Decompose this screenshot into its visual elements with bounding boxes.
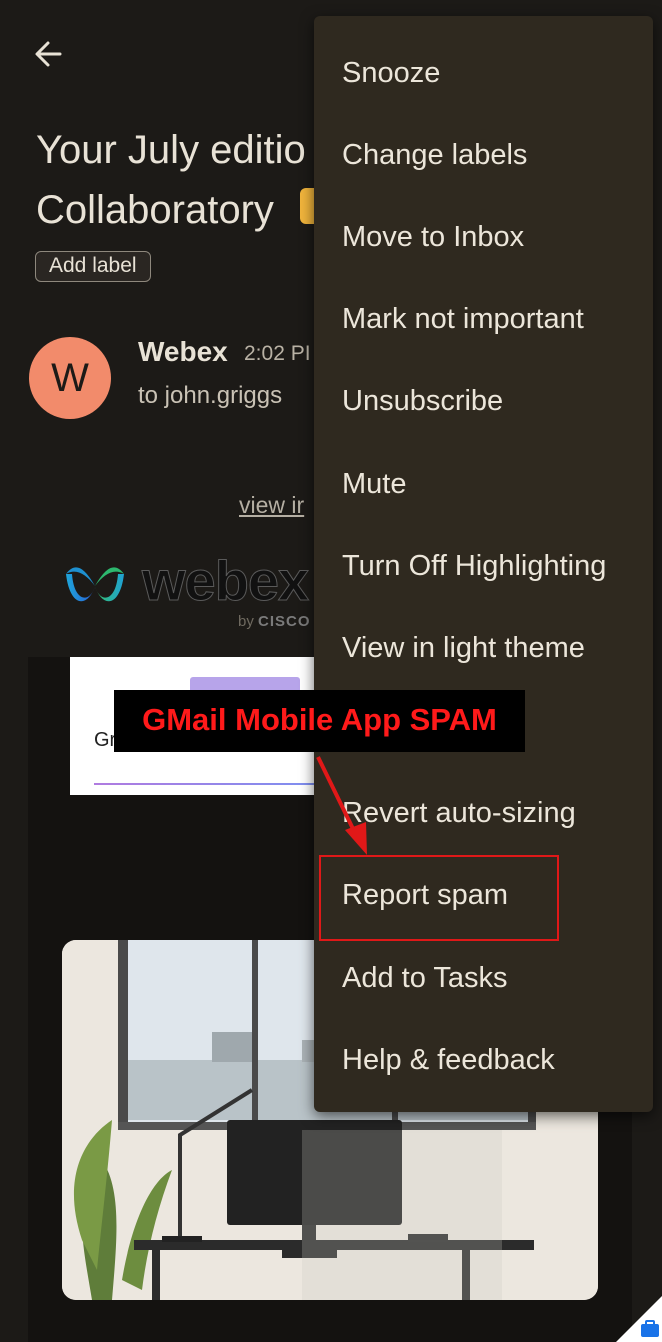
subject-line-2: Collaboratory bbox=[36, 188, 274, 232]
add-label-button[interactable]: Add label bbox=[35, 251, 151, 282]
menu-item-change-labels[interactable]: Change labels bbox=[342, 137, 527, 173]
menu-item-add-to-tasks[interactable]: Add to Tasks bbox=[342, 960, 508, 996]
overflow-menu: Snooze Change labels Move to Inbox Mark … bbox=[314, 16, 653, 1112]
newsletter-greeting: Gr bbox=[94, 729, 117, 751]
menu-item-turn-off-highlighting[interactable]: Turn Off Highlighting bbox=[342, 548, 606, 584]
webex-logo-icon bbox=[66, 567, 124, 602]
divider bbox=[94, 783, 320, 785]
view-in-browser-link[interactable]: view ir bbox=[239, 492, 304, 519]
menu-item-mute[interactable]: Mute bbox=[342, 466, 406, 502]
logo-byline: by CISCO bbox=[238, 613, 311, 630]
webex-wordmark: webex bbox=[141, 549, 309, 613]
menu-item-revert-auto-sizing[interactable]: Revert auto-sizing bbox=[342, 795, 576, 831]
recipient-line[interactable]: to john.griggs bbox=[138, 382, 282, 410]
menu-item-move-to-inbox[interactable]: Move to Inbox bbox=[342, 219, 524, 255]
menu-item-snooze[interactable]: Snooze bbox=[342, 55, 440, 91]
menu-item-help-feedback[interactable]: Help & feedback bbox=[342, 1042, 555, 1078]
avatar[interactable]: W bbox=[29, 337, 111, 419]
menu-item-mark-not-important[interactable]: Mark not important bbox=[342, 301, 584, 337]
menu-item-unsubscribe[interactable]: Unsubscribe bbox=[342, 383, 503, 419]
arrow-left-icon[interactable] bbox=[30, 36, 66, 72]
subject-line-1: Your July editio bbox=[36, 128, 306, 172]
annotation-highlight-box bbox=[319, 855, 559, 941]
briefcase-icon bbox=[616, 1296, 662, 1342]
sent-time: 2:02 PI bbox=[244, 342, 311, 365]
sender-name: Webex bbox=[138, 336, 228, 367]
email-subject: Your July editio Collaboratory bbox=[36, 120, 336, 240]
menu-item-view-in-light-theme[interactable]: View in light theme bbox=[342, 630, 585, 666]
annotation-callout: GMail Mobile App SPAM bbox=[114, 690, 525, 752]
